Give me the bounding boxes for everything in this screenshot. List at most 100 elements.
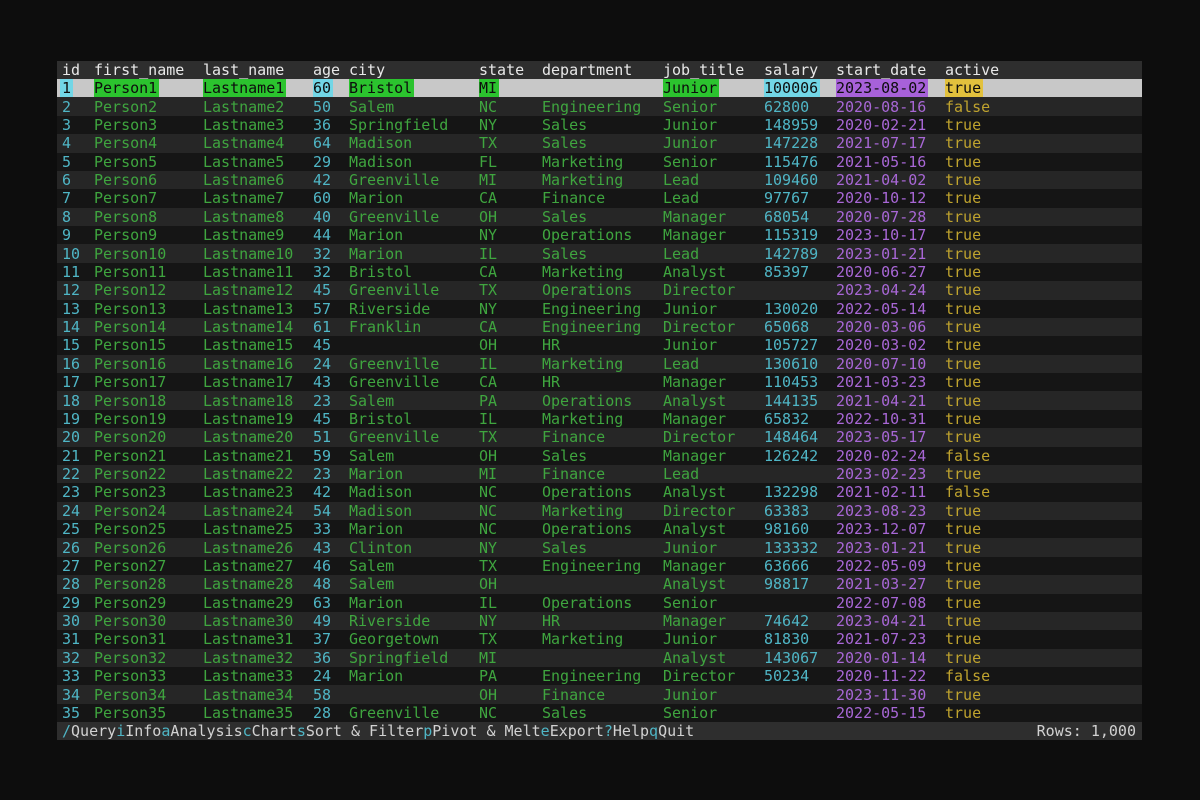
- table-row[interactable]: 12Person12Lastname1245GreenvilleTXOperat…: [57, 281, 1142, 299]
- cell-age: 24: [313, 667, 349, 685]
- cell-salary: 132298: [764, 483, 836, 501]
- cell-city: Greenville: [349, 428, 479, 446]
- shortcut-key[interactable]: ?: [604, 722, 613, 740]
- cell-id: 22: [57, 465, 94, 483]
- table-row[interactable]: 31Person31Lastname3137GeorgetownTXMarket…: [57, 630, 1142, 648]
- shortcut-label[interactable]: Chart: [252, 722, 297, 740]
- cell-job_title: Lead: [663, 465, 764, 483]
- table-row[interactable]: 24Person24Lastname2454MadisonNCMarketing…: [57, 502, 1142, 520]
- table-row[interactable]: 16Person16Lastname1624GreenvilleILMarket…: [57, 355, 1142, 373]
- shortcut-key[interactable]: a: [161, 722, 170, 740]
- shortcut-key[interactable]: p: [423, 722, 432, 740]
- column-header-department[interactable]: department: [542, 61, 663, 79]
- shortcut-label[interactable]: Analysis: [170, 722, 242, 740]
- table-row[interactable]: 3Person3Lastname336SpringfieldNYSalesJun…: [57, 116, 1142, 134]
- cell-start_date: 2020-03-02: [836, 336, 945, 354]
- table-row[interactable]: 28Person28Lastname2848SalemOHAnalyst9881…: [57, 575, 1142, 593]
- cell-age: 32: [313, 263, 349, 281]
- table-row[interactable]: 15Person15Lastname1545OHHRJunior10572720…: [57, 336, 1142, 354]
- cell-salary: 63383: [764, 502, 836, 520]
- shortcut-key[interactable]: s: [297, 722, 306, 740]
- cell-salary: 62800: [764, 97, 836, 115]
- column-header-start_date[interactable]: start_date: [836, 61, 945, 79]
- cell-department: Engineering: [542, 318, 663, 336]
- table-row[interactable]: 18Person18Lastname1823SalemPAOperationsA…: [57, 391, 1142, 409]
- cell-salary: 143067: [764, 649, 836, 667]
- shortcut-key[interactable]: c: [243, 722, 252, 740]
- cell-active: false: [945, 667, 1142, 685]
- table-row[interactable]: 22Person22Lastname2223MarionMIFinanceLea…: [57, 465, 1142, 483]
- table-row-selected[interactable]: 1Person1Lastname160BristolMIJunior100006…: [57, 79, 1142, 97]
- table-row[interactable]: 4Person4Lastname464MadisonTXSalesJunior1…: [57, 134, 1142, 152]
- cell-department: HR: [542, 336, 663, 354]
- table-row[interactable]: 30Person30Lastname3049RiversideNYHRManag…: [57, 612, 1142, 630]
- table-row[interactable]: 9Person9Lastname944MarionNYOperationsMan…: [57, 226, 1142, 244]
- shortcut-label[interactable]: Quit: [658, 722, 694, 740]
- cell-age: 61: [313, 318, 349, 336]
- cell-start_date: 2022-05-14: [836, 300, 945, 318]
- column-header-job_title[interactable]: job_title: [663, 61, 764, 79]
- table-row[interactable]: 26Person26Lastname2643ClintonNYSalesJuni…: [57, 538, 1142, 556]
- table-row[interactable]: 2Person2Lastname250SalemNCEngineeringSen…: [57, 97, 1142, 115]
- table-row[interactable]: 34Person34Lastname3458OHFinanceJunior202…: [57, 685, 1142, 703]
- table-row[interactable]: 14Person14Lastname1461FranklinCAEngineer…: [57, 318, 1142, 336]
- table-row[interactable]: 19Person19Lastname1945BristolILMarketing…: [57, 410, 1142, 428]
- table-row[interactable]: 25Person25Lastname2533MarionNCOperations…: [57, 520, 1142, 538]
- cell-job_title: Manager: [663, 410, 764, 428]
- column-header-active[interactable]: active: [945, 61, 1142, 79]
- column-header-first_name[interactable]: first_name: [94, 61, 203, 79]
- shortcut-label[interactable]: Sort & Filter: [306, 722, 423, 740]
- table-row[interactable]: 6Person6Lastname642GreenvilleMIMarketing…: [57, 171, 1142, 189]
- cell-state: IL: [479, 244, 542, 262]
- cell-department: Marketing: [542, 263, 663, 281]
- shortcut-label[interactable]: Help: [613, 722, 649, 740]
- cell-first_name: Person12: [94, 281, 203, 299]
- cell-last_name: Lastname24: [203, 502, 313, 520]
- shortcut-label[interactable]: Info: [125, 722, 161, 740]
- shortcut-key[interactable]: /: [62, 722, 71, 740]
- shortcut-key[interactable]: i: [116, 722, 125, 740]
- cell-id: 6: [57, 171, 94, 189]
- shortcut-label[interactable]: Export: [550, 722, 604, 740]
- table-row[interactable]: 27Person27Lastname2746SalemTXEngineering…: [57, 557, 1142, 575]
- table-row[interactable]: 11Person11Lastname1132BristolCAMarketing…: [57, 263, 1142, 281]
- cell-salary: 97767: [764, 189, 836, 207]
- table-row[interactable]: 5Person5Lastname529MadisonFLMarketingSen…: [57, 153, 1142, 171]
- cell-start_date: 2020-07-10: [836, 355, 945, 373]
- cell-city: Salem: [349, 97, 479, 115]
- table-row[interactable]: 8Person8Lastname840GreenvilleOHSalesMana…: [57, 208, 1142, 226]
- cell-start_date: 2023-11-30: [836, 685, 945, 703]
- cell-first_name: Person32: [94, 649, 203, 667]
- table-row[interactable]: 29Person29Lastname2963MarionILOperations…: [57, 594, 1142, 612]
- cell-start_date: 2022-07-08: [836, 594, 945, 612]
- table-row[interactable]: 7Person7Lastname760MarionCAFinanceLead97…: [57, 189, 1142, 207]
- cell-salary: [764, 465, 836, 483]
- cell-state: CA: [479, 318, 542, 336]
- cell-job_title: Manager: [663, 208, 764, 226]
- cell-salary: [764, 685, 836, 703]
- table-row[interactable]: 33Person33Lastname3324MarionPAEngineerin…: [57, 667, 1142, 685]
- cell-last_name: Lastname18: [203, 391, 313, 409]
- table-row[interactable]: 23Person23Lastname2342MadisonNCOperation…: [57, 483, 1142, 501]
- table-row[interactable]: 10Person10Lastname1032MarionILSalesLead1…: [57, 244, 1142, 262]
- table-row[interactable]: 32Person32Lastname3236SpringfieldMIAnaly…: [57, 649, 1142, 667]
- shortcut-key[interactable]: e: [541, 722, 550, 740]
- table-row[interactable]: 21Person21Lastname2159SalemOHSalesManage…: [57, 447, 1142, 465]
- column-header-age[interactable]: age: [313, 61, 349, 79]
- cell-first_name: Person14: [94, 318, 203, 336]
- table-row[interactable]: 20Person20Lastname2051GreenvilleTXFinanc…: [57, 428, 1142, 446]
- shortcut-label[interactable]: Pivot & Melt: [432, 722, 540, 740]
- shortcut-label[interactable]: Query: [71, 722, 116, 740]
- column-header-id[interactable]: id: [57, 61, 94, 79]
- cell-city: Greenville: [349, 171, 479, 189]
- column-header-last_name[interactable]: last_name: [203, 61, 313, 79]
- table-row[interactable]: 17Person17Lastname1743GreenvilleCAHRMana…: [57, 373, 1142, 391]
- column-header-city[interactable]: city: [349, 61, 479, 79]
- column-header-state[interactable]: state: [479, 61, 542, 79]
- cell-state: TX: [479, 281, 542, 299]
- cell-first_name: Person8: [94, 208, 203, 226]
- column-header-salary[interactable]: salary: [764, 61, 836, 79]
- table-row[interactable]: 13Person13Lastname1357RiversideNYEnginee…: [57, 300, 1142, 318]
- shortcut-key[interactable]: q: [649, 722, 658, 740]
- table-row[interactable]: 35Person35Lastname3528GreenvilleNCSalesS…: [57, 704, 1142, 722]
